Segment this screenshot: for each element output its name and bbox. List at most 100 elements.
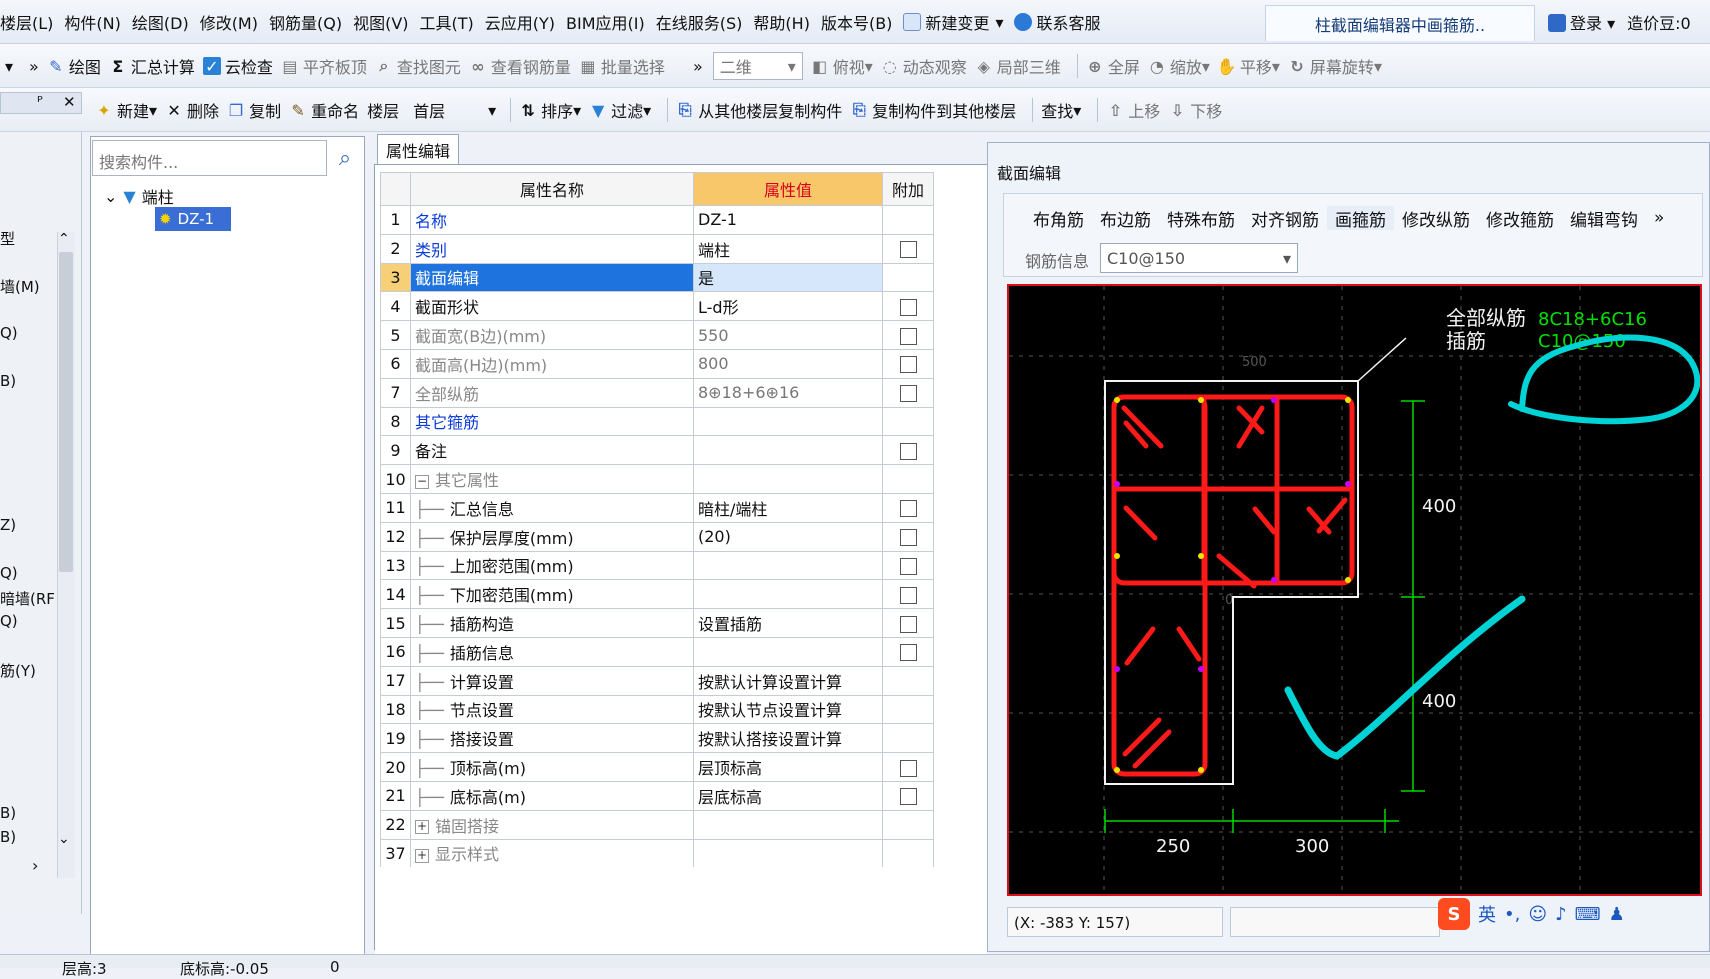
property-value[interactable] bbox=[693, 406, 883, 437]
section-canvas[interactable]: 500 0 400 400 250 300 全部纵筋 8C18+6C16 插筋 … bbox=[1007, 284, 1702, 896]
draw-button[interactable]: ✎ 绘图 bbox=[47, 52, 109, 80]
tree-root[interactable]: ⌄ ▼ 端柱 bbox=[104, 184, 174, 208]
attach-checkbox[interactable] bbox=[899, 586, 917, 604]
toolbar-overflow-2[interactable]: » bbox=[673, 52, 713, 80]
property-row[interactable]: 6 截面高(H边)(mm) 800 bbox=[380, 348, 934, 379]
attach-checkbox[interactable] bbox=[899, 241, 917, 259]
modify-stirrup-tab[interactable]: 修改箍筋 bbox=[1478, 206, 1562, 231]
property-row[interactable]: 2 类别 端柱 bbox=[380, 233, 934, 264]
property-value[interactable] bbox=[693, 809, 883, 840]
attach-checkbox[interactable] bbox=[899, 759, 917, 777]
property-value[interactable]: 暗柱/端柱 bbox=[693, 492, 883, 523]
attach-checkbox[interactable] bbox=[899, 557, 917, 575]
property-row[interactable]: 13 ├── 上加密范围(mm) bbox=[380, 550, 934, 581]
smile-icon[interactable]: ☺ bbox=[1528, 904, 1547, 925]
place-corner-rebar-tab[interactable]: 布角筋 bbox=[1025, 206, 1092, 231]
align-rebar-tab[interactable]: 对齐钢筋 bbox=[1243, 206, 1327, 231]
component-search-input[interactable]: 搜索构件... bbox=[92, 140, 327, 176]
sum-calc-button[interactable]: Σ 汇总计算 bbox=[109, 52, 203, 80]
special-rebar-tab[interactable]: 特殊布筋 bbox=[1159, 206, 1243, 231]
rotate-button[interactable]: ↻ 屏幕旋转 ▾ bbox=[1288, 52, 1390, 80]
property-value[interactable]: 设置插筋 bbox=[693, 608, 883, 638]
batch-select-button[interactable]: ▦ 批量选择 bbox=[579, 52, 673, 80]
attach-checkbox[interactable] bbox=[899, 788, 917, 806]
left-scroll-thumb[interactable] bbox=[59, 252, 73, 572]
top-view-button[interactable]: ◧ 俯视 ▾ bbox=[811, 52, 881, 80]
property-row[interactable]: 18 ├── 节点设置 按默认节点设置计算 bbox=[380, 694, 934, 725]
move-up-button[interactable]: ⇧ 上移 bbox=[1106, 96, 1168, 124]
menu-version[interactable]: 版本号(B) bbox=[821, 10, 903, 34]
left-item[interactable]: Q) bbox=[0, 564, 18, 582]
toolbar-overflow[interactable]: » bbox=[21, 52, 47, 80]
property-row[interactable]: 3 截面编辑 是 bbox=[380, 262, 934, 293]
left-item[interactable]: Z) bbox=[0, 516, 16, 534]
property-value[interactable]: 按默认搭接设置计算 bbox=[693, 723, 883, 754]
property-value[interactable]: (20) bbox=[693, 521, 883, 552]
find-element-button[interactable]: ⌕ 查找图元 bbox=[375, 52, 469, 80]
left-item[interactable]: B) bbox=[0, 804, 16, 822]
property-row[interactable]: 37 + 显示样式 bbox=[380, 838, 934, 869]
menu-modify[interactable]: 修改(M) bbox=[200, 10, 269, 34]
property-row[interactable]: 5 截面宽(B边)(mm) 550 bbox=[380, 320, 934, 350]
property-value[interactable]: 8⊕18+6⊕16 bbox=[693, 377, 883, 408]
attach-checkbox[interactable] bbox=[899, 615, 917, 633]
copy-button[interactable]: ❐ 复制 bbox=[227, 96, 289, 124]
delete-button[interactable]: ✕ 删除 bbox=[165, 96, 227, 124]
user-icon[interactable]: ♟ bbox=[1609, 904, 1625, 925]
menu-tools[interactable]: 工具(T) bbox=[420, 10, 485, 34]
property-row[interactable]: 19 ├── 搭接设置 按默认搭接设置计算 bbox=[380, 723, 934, 754]
left-item[interactable]: 墙(M) bbox=[0, 276, 40, 297]
property-value[interactable]: 层底标高 bbox=[693, 780, 883, 811]
property-row[interactable]: 22 + 锚固搭接 bbox=[380, 809, 934, 840]
orbit-button[interactable]: ◌ 动态观察 bbox=[881, 52, 975, 80]
attach-checkbox[interactable] bbox=[899, 529, 917, 547]
rebar-info-select[interactable]: C10@150 ▾ bbox=[1100, 243, 1298, 273]
property-value[interactable] bbox=[693, 464, 883, 494]
flush-slab-button[interactable]: ▤ 平齐板顶 bbox=[281, 52, 375, 80]
property-value[interactable] bbox=[693, 550, 883, 581]
menu-floor[interactable]: 楼层(L) bbox=[0, 10, 64, 34]
property-value[interactable]: 550 bbox=[693, 320, 883, 350]
attach-checkbox[interactable] bbox=[899, 298, 917, 316]
filter-button[interactable]: ▼ 过滤 ▾ bbox=[589, 96, 659, 124]
fullscreen-button[interactable]: ⊕ 全屏 bbox=[1086, 52, 1148, 80]
expand-icon[interactable]: + bbox=[415, 820, 429, 835]
property-value[interactable] bbox=[693, 435, 883, 466]
expand-icon[interactable]: + bbox=[415, 848, 429, 863]
menu-draw[interactable]: 绘图(D) bbox=[132, 10, 200, 34]
move-down-button[interactable]: ⇩ 下移 bbox=[1168, 96, 1230, 124]
sogou-icon[interactable]: S bbox=[1438, 898, 1470, 930]
menu-rebar-quantity[interactable]: 钢筋量(Q) bbox=[269, 10, 353, 34]
menu-component[interactable]: 构件(N) bbox=[64, 10, 131, 34]
new-button[interactable]: ✦ 新建 ▾ bbox=[95, 96, 165, 124]
copy-to-floor-button[interactable]: ⎘ 复制构件到其他楼层 bbox=[850, 96, 1024, 124]
keyboard-icon[interactable]: ⌨ bbox=[1575, 904, 1601, 925]
find-button[interactable]: 查找 ▾ bbox=[1041, 96, 1089, 124]
chevron-down-icon[interactable]: ⌄ bbox=[58, 831, 70, 847]
sort-button[interactable]: ⇅ 排序 ▾ bbox=[519, 96, 589, 124]
attach-checkbox[interactable] bbox=[899, 356, 917, 374]
property-row[interactable]: 16 ├── 插筋信息 bbox=[380, 636, 934, 667]
property-row[interactable]: 8 其它箍筋 bbox=[380, 406, 934, 437]
chevron-right-icon[interactable]: › bbox=[32, 856, 38, 875]
punctuation-icon[interactable]: •, bbox=[1504, 904, 1520, 925]
property-value[interactable]: 是 bbox=[693, 262, 883, 293]
left-item[interactable]: Q) bbox=[0, 324, 18, 342]
floor-select[interactable]: 首层 ▾ bbox=[407, 96, 502, 124]
menu-online[interactable]: 在线服务(S) bbox=[656, 10, 754, 34]
property-row[interactable]: 21 ├── 底标高(m) 层底标高 bbox=[380, 780, 934, 811]
attach-checkbox[interactable] bbox=[899, 500, 917, 518]
menu-help[interactable]: 帮助(H) bbox=[753, 10, 821, 34]
attach-checkbox[interactable] bbox=[899, 385, 917, 403]
property-value[interactable] bbox=[693, 636, 883, 667]
pin-icon[interactable]: ᴾ bbox=[37, 93, 43, 111]
section-drawing[interactable]: 500 0 400 400 250 300 全部纵筋 8C18+6C16 插筋 … bbox=[1009, 286, 1701, 894]
left-item[interactable]: 型 bbox=[0, 228, 15, 249]
cloud-check-button[interactable]: ✓ 云检查 bbox=[202, 52, 281, 80]
collapse-icon[interactable]: − bbox=[415, 474, 429, 489]
rename-button[interactable]: ✎ 重命名 bbox=[289, 96, 367, 124]
zoom-button[interactable]: ◔ 缩放 ▾ bbox=[1148, 52, 1218, 80]
view-mode-select[interactable]: 二维 ▾ bbox=[712, 52, 803, 80]
attach-checkbox[interactable] bbox=[899, 644, 917, 662]
place-edge-rebar-tab[interactable]: 布边筋 bbox=[1092, 206, 1159, 231]
